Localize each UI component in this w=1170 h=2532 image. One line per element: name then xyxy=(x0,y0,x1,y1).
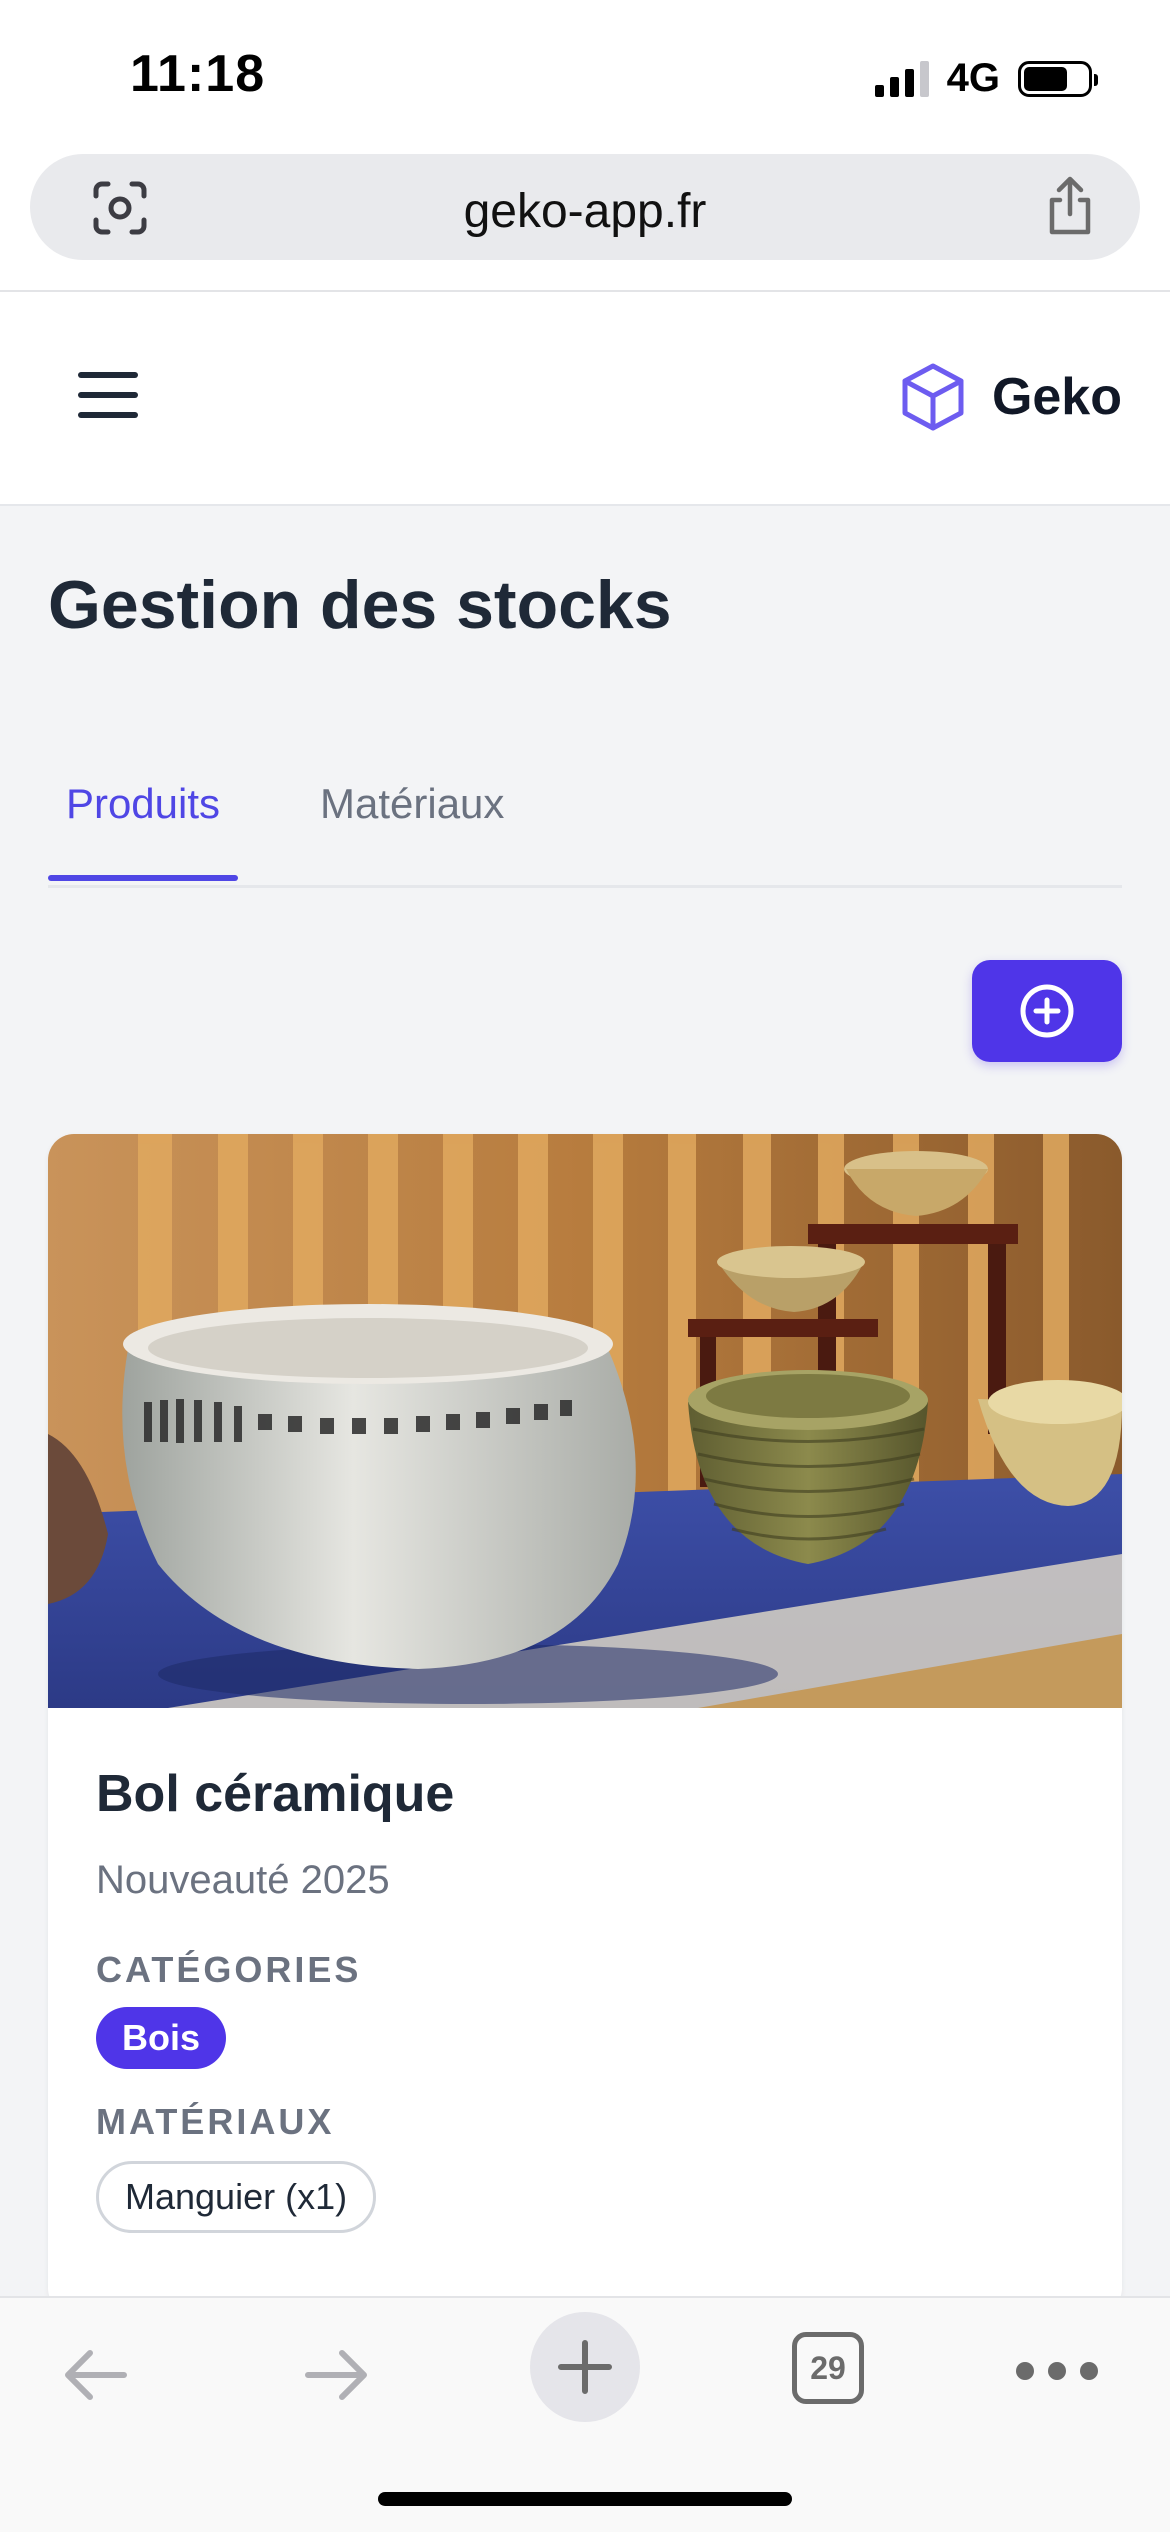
brand[interactable]: Geko xyxy=(900,362,1122,432)
page-title: Gestion des stocks xyxy=(48,567,672,643)
battery-icon xyxy=(1018,60,1098,97)
categories-label: CATÉGORIES xyxy=(96,1949,362,1990)
category-chip: Bois xyxy=(96,2007,227,2069)
brand-name: Geko xyxy=(991,368,1122,426)
tab-produits[interactable]: Produits xyxy=(48,780,238,881)
product-name: Bol céramique xyxy=(96,1765,455,1823)
browser-toolbar: 29 xyxy=(0,2296,1170,2532)
hamburger-menu-icon[interactable] xyxy=(78,372,138,420)
tab-bar: Produits Matériaux xyxy=(48,760,1122,888)
cellular-signal-icon xyxy=(874,60,929,97)
status-indicators: 4G xyxy=(874,56,1098,101)
plus-circle-icon xyxy=(1020,984,1074,1038)
product-subtitle: Nouveauté 2025 xyxy=(96,1858,390,1902)
product-card[interactable]: Bol céramique Nouveauté 2025 CATÉGORIES … xyxy=(48,1134,1122,2314)
tabs-overview-button[interactable]: 29 xyxy=(792,2332,864,2404)
tab-materiaux[interactable]: Matériaux xyxy=(308,780,516,868)
status-bar: 11:18 4G xyxy=(0,0,1170,150)
browser-address-area: geko-app.fr xyxy=(0,150,1170,292)
arrow-left-icon[interactable] xyxy=(60,2340,130,2410)
material-chip: Manguier (x1) xyxy=(96,2161,377,2233)
product-image xyxy=(48,1134,1122,1708)
app-header: Geko xyxy=(0,292,1170,506)
share-icon[interactable] xyxy=(1040,174,1100,238)
address-bar[interactable]: geko-app.fr xyxy=(30,154,1140,260)
home-indicator xyxy=(378,2492,792,2506)
network-type: 4G xyxy=(946,56,1000,100)
product-card-body: Bol céramique Nouveauté 2025 CATÉGORIES … xyxy=(96,1764,1074,2233)
add-product-button[interactable] xyxy=(972,960,1122,1062)
materials-label: MATÉRIAUX xyxy=(96,2101,335,2142)
plus-icon xyxy=(558,2340,612,2394)
ellipsis-icon[interactable] xyxy=(1016,2362,1098,2380)
status-time: 11:18 xyxy=(130,45,266,103)
arrow-right-icon[interactable] xyxy=(302,2340,372,2410)
new-tab-button[interactable] xyxy=(530,2312,640,2422)
cube-icon xyxy=(902,363,964,431)
url-text: geko-app.fr xyxy=(463,185,707,238)
